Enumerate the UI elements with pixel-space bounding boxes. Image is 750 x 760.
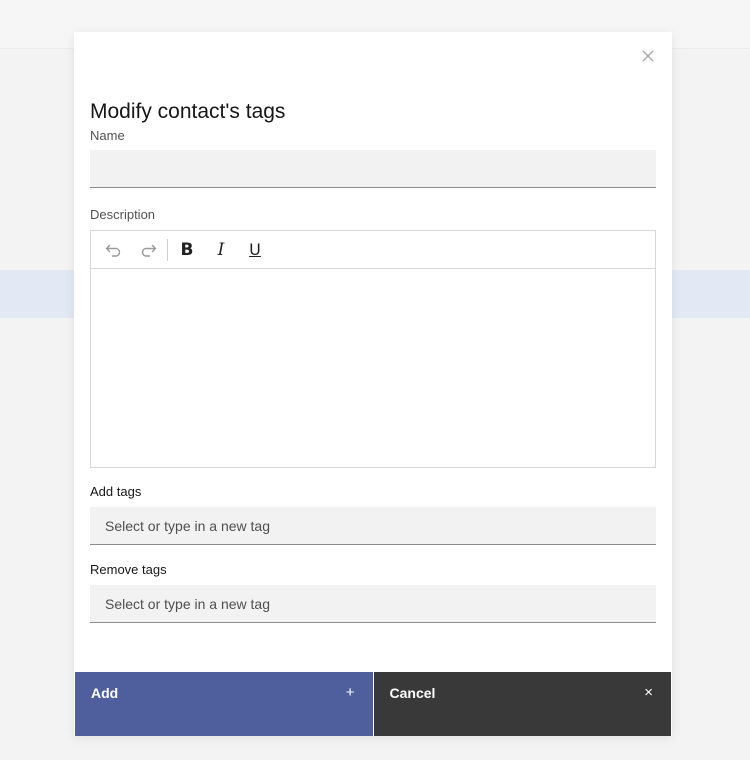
add-tags-input[interactable]: Select or type in a new tag xyxy=(90,507,656,545)
bold-icon[interactable]: B xyxy=(170,235,204,265)
add-tags-placeholder: Select or type in a new tag xyxy=(105,517,270,534)
italic-icon[interactable]: I xyxy=(204,235,238,265)
description-label: Description xyxy=(90,207,156,222)
remove-tags-label: Remove tags xyxy=(90,562,167,577)
underline-icon[interactable]: U xyxy=(238,235,272,265)
remove-tags-input[interactable]: Select or type in a new tag xyxy=(90,585,656,623)
add-icon: + xyxy=(345,684,355,701)
toolbar-separator xyxy=(167,238,168,261)
description-input[interactable] xyxy=(91,269,655,467)
modal-footer: Add + Cancel × xyxy=(75,672,671,736)
redo-icon[interactable] xyxy=(131,235,165,265)
modify-tags-modal: Modify contact's tags Name Description B… xyxy=(74,32,672,736)
modal-title: Modify contact's tags xyxy=(90,100,286,123)
cancel-icon: × xyxy=(644,684,653,701)
undo-icon[interactable] xyxy=(97,235,131,265)
cancel-button[interactable]: Cancel × xyxy=(373,672,671,736)
add-tags-label: Add tags xyxy=(90,484,142,499)
name-label: Name xyxy=(90,128,125,143)
remove-tags-placeholder: Select or type in a new tag xyxy=(105,595,270,612)
name-input[interactable] xyxy=(90,150,656,188)
add-button[interactable]: Add + xyxy=(75,672,374,736)
add-button-label: Add xyxy=(91,685,119,701)
cancel-button-label: Cancel xyxy=(389,685,436,701)
description-editor: B I U xyxy=(90,230,656,468)
close-icon[interactable] xyxy=(638,46,658,66)
editor-toolbar: B I U xyxy=(91,231,655,269)
